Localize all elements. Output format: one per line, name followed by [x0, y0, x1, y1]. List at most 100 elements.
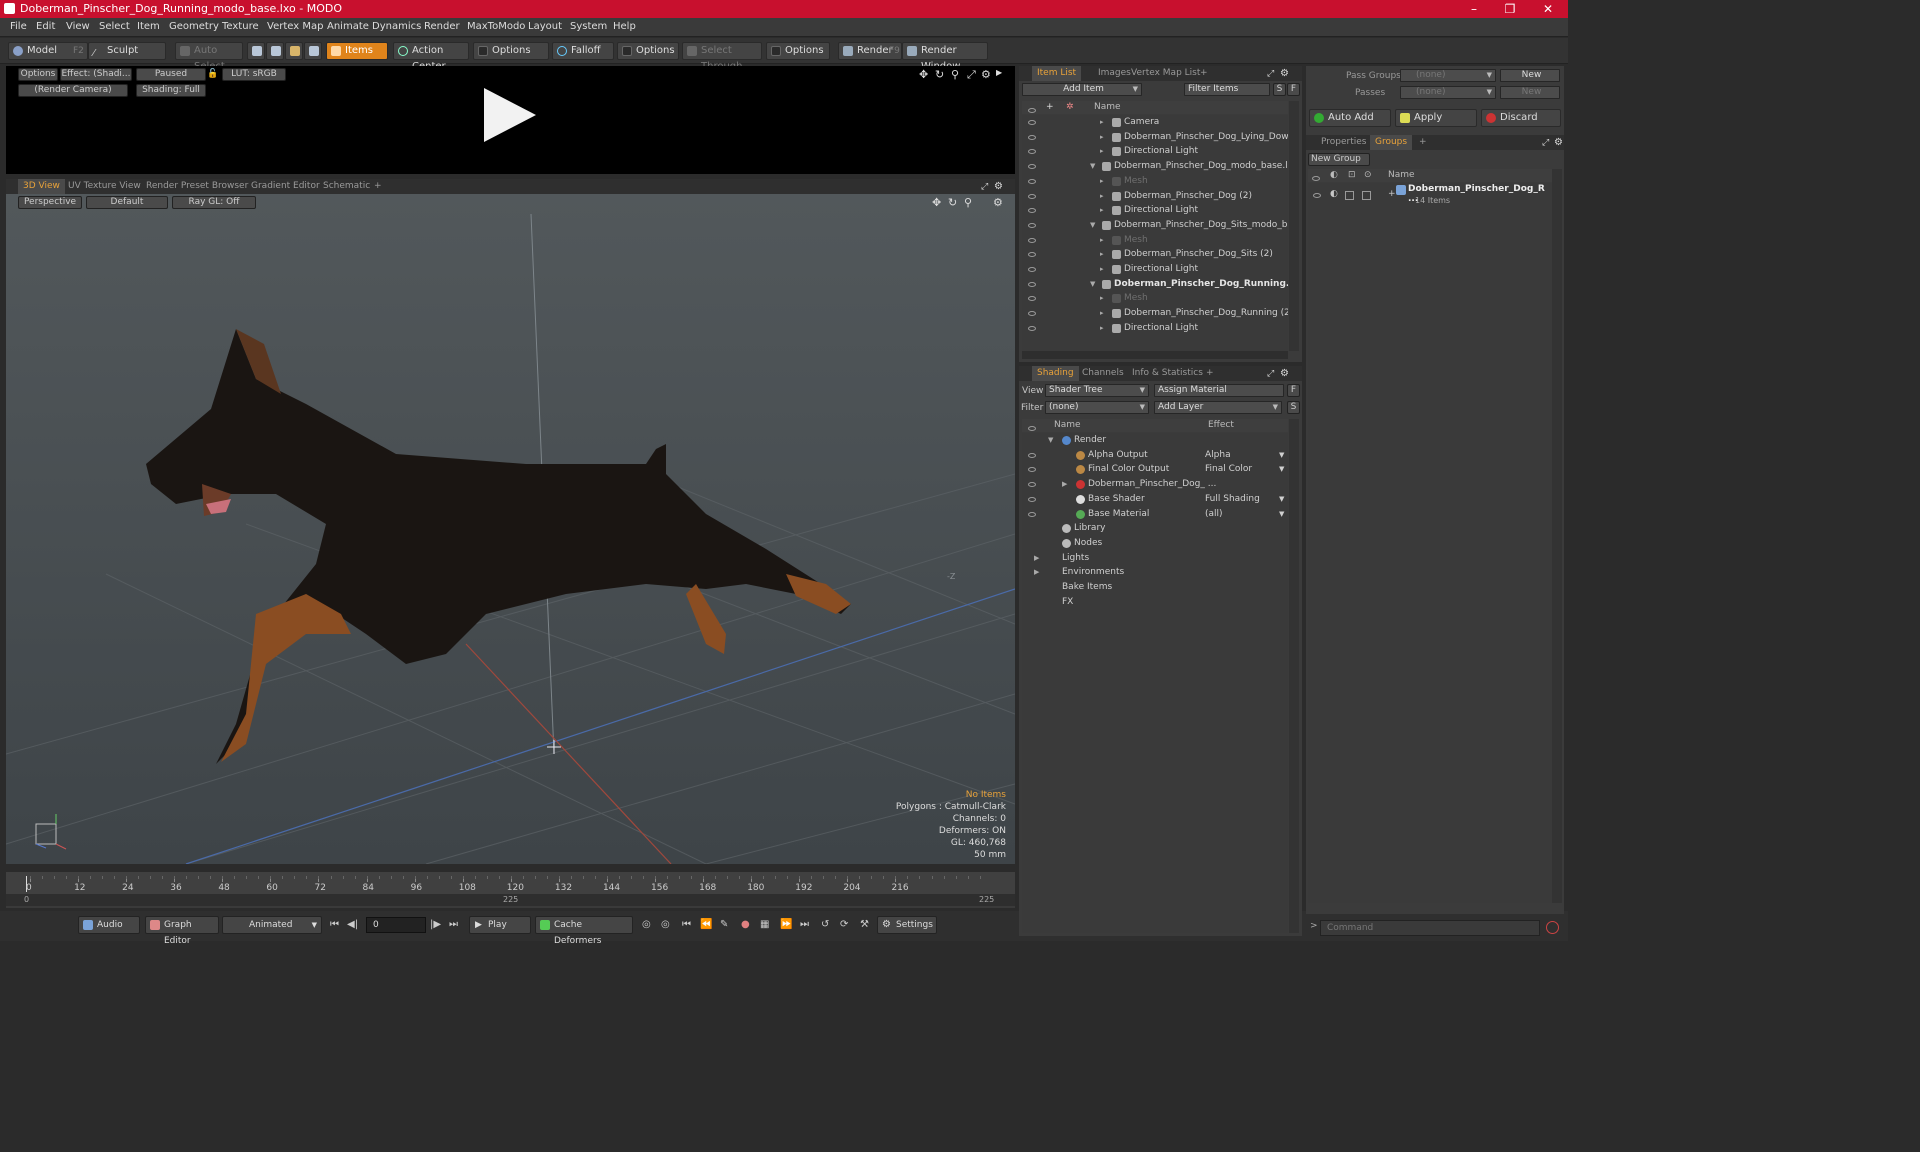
tab-info-statistics[interactable]: Info & Statistics — [1127, 366, 1208, 381]
go-to-end-icon[interactable]: ⏭ — [449, 919, 458, 930]
shader-tree-row[interactable]: Alpha Output Alpha ▼ — [1022, 448, 1288, 463]
shader-tree-row[interactable]: Final Color Output Final Color ▼ — [1022, 462, 1288, 477]
move-view-icon[interactable]: ✥ — [919, 68, 928, 81]
expand-arrow-icon[interactable]: ▶ — [1062, 477, 1067, 492]
menu-edit[interactable]: Edit — [36, 21, 55, 32]
zoom-view-icon[interactable]: ⚲ — [964, 196, 972, 209]
visibility-eye-icon[interactable] — [1028, 164, 1036, 170]
select-through-options-button[interactable]: Options — [766, 42, 830, 60]
shader-tree-scrollbar[interactable] — [1289, 419, 1299, 933]
shader-tree-row[interactable]: Base Material (all) ▼ — [1022, 507, 1288, 522]
raygl-dropdown[interactable]: Ray GL: Off — [172, 196, 256, 209]
lock-icon[interactable]: 🔓 — [207, 69, 218, 79]
command-input[interactable] — [1320, 920, 1540, 936]
maximize-button[interactable]: ❐ — [1492, 0, 1528, 18]
item-list-row[interactable]: ▼ Doberman_Pinscher_Dog_Sits_modo_bas... — [1022, 218, 1288, 233]
f-toggle[interactable]: F — [1287, 384, 1300, 397]
falloff-button[interactable]: Falloff — [552, 42, 614, 60]
expand-arrow-icon[interactable]: ▶ — [1034, 551, 1039, 566]
step-back-icon[interactable]: ⏪ — [700, 919, 712, 930]
item-list-row[interactable]: ▸ Camera — [1022, 115, 1288, 130]
view-dropdown[interactable]: Shader Tree ▼ — [1045, 384, 1149, 397]
gear-icon[interactable]: ⚙ — [994, 179, 1003, 194]
lock-checkbox[interactable] — [1345, 191, 1354, 200]
previous-key-icon[interactable]: ◀| — [347, 919, 358, 930]
visibility-eye-icon[interactable] — [1028, 511, 1036, 517]
perspective-dropdown[interactable]: Perspective — [18, 196, 82, 209]
tab-channels[interactable]: Channels — [1077, 366, 1129, 381]
filter-dropdown[interactable]: (none) ▼ — [1045, 401, 1149, 414]
menu-system[interactable]: System — [570, 21, 607, 32]
groups-scrollbar[interactable] — [1552, 169, 1562, 903]
audio-button[interactable]: Audio — [78, 916, 140, 934]
menu-layout[interactable]: Layout — [528, 21, 562, 32]
chevron-down-icon[interactable]: ▼ — [1090, 159, 1095, 174]
tab-item-list[interactable]: Item List — [1032, 66, 1082, 81]
tab-schematic[interactable]: Schematic — [318, 179, 375, 194]
timeline[interactable]: 0 12 24 36 48 60 72 84 96 108 120 132 144 156 168 180 19… — [6, 872, 1015, 908]
item-list-scrollbar[interactable] — [1289, 101, 1299, 351]
s-toggle[interactable]: S — [1273, 83, 1286, 96]
rotate-view-icon[interactable]: ↻ — [948, 196, 957, 209]
menu-item[interactable]: Item — [137, 21, 160, 32]
chevron-down-icon[interactable]: ▼ — [1090, 277, 1095, 292]
gear-icon[interactable]: ⚙ — [1280, 66, 1289, 81]
item-list-row[interactable]: ▸ Doberman_Pinscher_Dog_Lying_Down ... — [1022, 130, 1288, 145]
add-tab-button[interactable]: + — [1414, 135, 1432, 150]
shader-tree-row[interactable]: ▶ Doberman_Pinscher_Dog_ ... — [1022, 477, 1288, 492]
maximize-panel-icon[interactable]: ⤢ — [981, 180, 988, 195]
chevron-right-icon[interactable]: ▸ — [1100, 321, 1104, 336]
shader-tree-row[interactable]: Library — [1022, 521, 1288, 536]
tab-3d-view[interactable]: 3D View — [18, 179, 65, 194]
menu-view[interactable]: View — [66, 21, 90, 32]
items-mode-button[interactable]: Items — [326, 42, 388, 60]
loop-icon[interactable]: ↺ — [821, 919, 829, 930]
shader-tree-row[interactable]: Bake Items — [1022, 580, 1288, 595]
shader-tree-row[interactable]: FX — [1022, 595, 1288, 610]
visibility-eye-icon[interactable] — [1028, 281, 1036, 287]
key-mode-icon[interactable]: ◎ — [661, 919, 670, 930]
shader-tree-row[interactable]: ▼ Render — [1022, 433, 1288, 448]
edges-mode-button[interactable] — [266, 42, 284, 60]
action-center-options-button[interactable]: Options — [473, 42, 549, 60]
visibility-eye-icon[interactable] — [1028, 325, 1036, 331]
visibility-eye-icon[interactable] — [1028, 252, 1036, 258]
shading-dropdown[interactable]: Shading: Full — [136, 84, 206, 97]
sync-icon[interactable]: ⟳ — [840, 919, 848, 930]
tab-uv-texture-view[interactable]: UV Texture View — [63, 179, 146, 194]
assign-material-button[interactable]: Assign Material — [1154, 384, 1284, 397]
item-list-row[interactable]: ▸ Mesh — [1022, 174, 1288, 189]
key-all-icon[interactable]: ▦ — [760, 919, 769, 930]
materials-mode-button[interactable] — [304, 42, 322, 60]
shader-tree-row[interactable]: Base Shader Full Shading ▼ — [1022, 492, 1288, 507]
next-key-icon-2[interactable]: ⏭ — [800, 919, 809, 930]
effect-dropdown[interactable]: Full Shading ▼ — [1205, 492, 1285, 507]
add-layer-dropdown[interactable]: Add Layer ▼ — [1154, 401, 1282, 414]
pass-groups-dropdown[interactable]: (none) ▼ — [1400, 69, 1496, 82]
group-row[interactable]: ◐ + Doberman_Pinscher_Dog_R ... 14 Items — [1308, 183, 1552, 211]
new-pass-button[interactable]: New — [1500, 86, 1560, 99]
lut-dropdown[interactable]: LUT: sRGB — [222, 68, 286, 81]
chevron-right-icon[interactable]: ▸ — [1100, 203, 1104, 218]
gear-icon[interactable]: ⚙ — [981, 68, 991, 81]
model-mode-button[interactable]: Model F2 — [8, 42, 88, 60]
item-list-row[interactable]: ▸ Doberman_Pinscher_Dog_Sits (2) — [1022, 247, 1288, 262]
item-list-hscrollbar[interactable] — [1022, 351, 1288, 359]
3d-viewport[interactable]: Perspective Default Ray GL: Off ✥ ↻ ⚲ ⚙ … — [6, 194, 1015, 864]
render-toggle-icon[interactable]: ◐ — [1330, 189, 1338, 199]
menu-render[interactable]: Render — [424, 21, 460, 32]
item-list-row[interactable]: ▸ Directional Light — [1022, 144, 1288, 159]
tab-vertex-map-list[interactable]: Vertex Map List — [1126, 66, 1205, 81]
visibility-eye-icon[interactable] — [1028, 267, 1036, 272]
shading-style-dropdown[interactable]: Default — [86, 196, 168, 209]
menu-file[interactable]: File — [10, 21, 27, 32]
item-list-row[interactable]: ▸ Doberman_Pinscher_Dog (2) — [1022, 189, 1288, 204]
chevron-down-icon[interactable]: ▼ — [1090, 218, 1095, 233]
menu-texture[interactable]: Texture — [222, 21, 259, 32]
item-list-row[interactable]: ▼ Doberman_Pinscher_Dog_Running... — [1022, 277, 1288, 292]
next-key-icon[interactable]: |▶ — [430, 919, 441, 930]
play-preview-icon[interactable] — [484, 88, 536, 142]
tab-properties[interactable]: Properties — [1316, 135, 1371, 150]
chevron-right-icon[interactable]: ▸ — [1100, 306, 1104, 321]
menu-animate[interactable]: Animate — [327, 21, 369, 32]
